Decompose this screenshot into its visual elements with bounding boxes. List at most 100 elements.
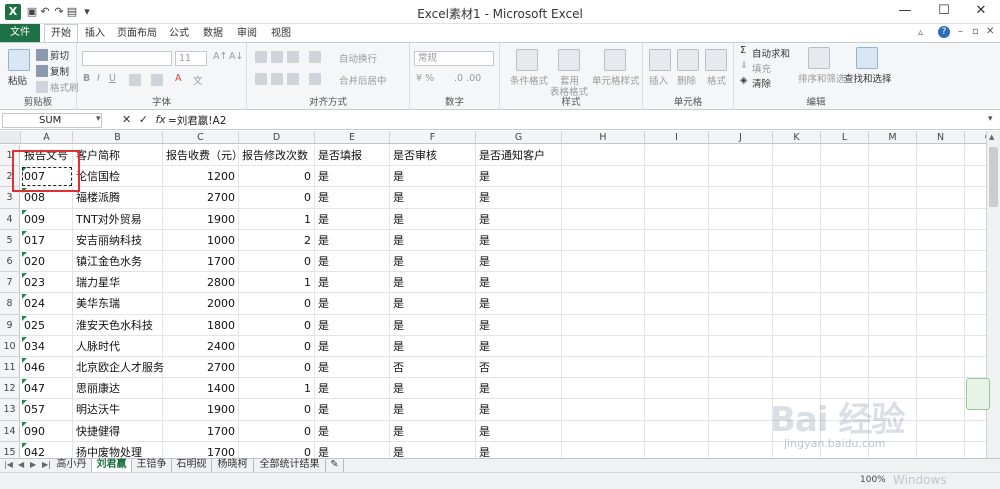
table-cell[interactable] bbox=[821, 208, 869, 230]
table-cell[interactable] bbox=[645, 251, 709, 273]
table-cell[interactable] bbox=[965, 421, 986, 442]
next-sheet-icon[interactable]: ▶ bbox=[30, 460, 36, 469]
maximize-icon[interactable]: ☐ bbox=[927, 0, 961, 22]
table-cell[interactable] bbox=[709, 166, 773, 188]
table-cell[interactable] bbox=[562, 229, 645, 251]
table-cell[interactable]: 是 bbox=[390, 229, 476, 251]
header-cell[interactable]: 是否通知客户 bbox=[476, 145, 562, 167]
format-cells-icon[interactable] bbox=[705, 49, 727, 71]
table-cell[interactable] bbox=[869, 314, 917, 336]
table-cell[interactable] bbox=[709, 378, 773, 400]
table-cell[interactable] bbox=[821, 314, 869, 336]
header-cell[interactable] bbox=[645, 145, 709, 167]
table-cell[interactable]: 否 bbox=[390, 357, 476, 379]
table-cell[interactable]: 是 bbox=[315, 251, 390, 273]
table-cell[interactable]: 是 bbox=[476, 251, 562, 273]
delete-cells-button[interactable]: 删除 bbox=[677, 73, 696, 87]
find-select-icon[interactable] bbox=[856, 47, 878, 69]
insert-cells-button[interactable]: 插入 bbox=[649, 73, 668, 87]
table-cell[interactable] bbox=[917, 357, 965, 379]
table-cell[interactable]: 福楼派腾 bbox=[73, 187, 163, 209]
column-header[interactable]: H bbox=[562, 131, 645, 144]
table-cell[interactable] bbox=[562, 187, 645, 209]
column-header[interactable]: O bbox=[965, 131, 986, 144]
header-cell[interactable]: 是否填报 bbox=[315, 145, 390, 167]
workbook-close-icon[interactable]: ✕ bbox=[986, 26, 994, 37]
table-format-icon[interactable] bbox=[558, 49, 580, 71]
conditional-format-icon[interactable] bbox=[516, 49, 538, 71]
table-cell[interactable]: 025 bbox=[21, 314, 73, 336]
table-cell[interactable]: 1 bbox=[239, 272, 315, 294]
table-cell[interactable] bbox=[645, 314, 709, 336]
header-cell[interactable] bbox=[965, 145, 986, 167]
table-cell[interactable]: 是 bbox=[315, 187, 390, 209]
table-cell[interactable] bbox=[821, 357, 869, 379]
table-cell[interactable]: 2000 bbox=[163, 293, 239, 315]
table-cell[interactable]: 017 bbox=[21, 229, 73, 251]
table-cell[interactable] bbox=[773, 335, 821, 357]
table-cell[interactable] bbox=[917, 420, 965, 442]
table-cell[interactable]: 是 bbox=[476, 187, 562, 209]
header-cell[interactable] bbox=[917, 145, 965, 167]
table-cell[interactable] bbox=[821, 229, 869, 251]
table-cell[interactable]: 否 bbox=[476, 357, 562, 379]
row-header[interactable]: 13 bbox=[0, 399, 20, 421]
table-cell[interactable] bbox=[917, 441, 965, 458]
table-cell[interactable]: 是 bbox=[390, 335, 476, 357]
table-cell[interactable] bbox=[562, 378, 645, 400]
table-cell[interactable]: 2700 bbox=[163, 187, 239, 209]
format-cells-button[interactable]: 格式 bbox=[707, 73, 726, 87]
column-header[interactable]: C bbox=[163, 131, 239, 144]
table-cell[interactable] bbox=[773, 187, 821, 209]
align-bottom-icon[interactable] bbox=[287, 51, 299, 63]
font-size-box[interactable]: 11 bbox=[175, 51, 207, 66]
first-sheet-icon[interactable]: |◀ bbox=[4, 460, 13, 469]
table-cell[interactable]: 是 bbox=[390, 441, 476, 458]
border-icon[interactable] bbox=[129, 74, 141, 86]
align-left-icon[interactable] bbox=[255, 73, 267, 85]
table-cell[interactable]: 镇江金色水务 bbox=[73, 251, 163, 273]
row-header[interactable]: 12 bbox=[0, 378, 20, 400]
table-cell[interactable] bbox=[917, 251, 965, 273]
table-cell[interactable]: 是 bbox=[390, 293, 476, 315]
column-header[interactable]: M bbox=[869, 131, 917, 144]
insert-cells-icon[interactable] bbox=[649, 49, 671, 71]
table-cell[interactable] bbox=[965, 166, 986, 188]
table-cell[interactable] bbox=[645, 335, 709, 357]
table-cell[interactable]: 是 bbox=[476, 441, 562, 458]
table-cell[interactable]: 0 bbox=[239, 251, 315, 273]
sheet-tab[interactable]: 石明砚 bbox=[172, 459, 212, 472]
table-cell[interactable]: 是 bbox=[390, 251, 476, 273]
table-cell[interactable] bbox=[562, 208, 645, 230]
table-cell[interactable] bbox=[773, 293, 821, 315]
table-cell[interactable] bbox=[773, 251, 821, 273]
header-cell[interactable] bbox=[869, 145, 917, 167]
table-cell[interactable] bbox=[562, 399, 645, 421]
sheet-tab[interactable]: 高小丹 bbox=[52, 459, 92, 472]
tab-page-layout[interactable]: 页面布局 bbox=[114, 25, 160, 42]
decimal-icon[interactable]: .0 .00 bbox=[454, 73, 481, 84]
header-cell[interactable] bbox=[709, 145, 773, 167]
table-cell[interactable]: 淮安天色水科技 bbox=[73, 314, 163, 336]
table-cell[interactable] bbox=[645, 229, 709, 251]
ribbon-collapse-icon[interactable]: ▵ bbox=[918, 27, 923, 38]
table-cell[interactable]: 1000 bbox=[163, 229, 239, 251]
table-cell[interactable] bbox=[773, 314, 821, 336]
table-cell[interactable]: 是 bbox=[476, 399, 562, 421]
table-cell[interactable] bbox=[965, 357, 986, 379]
table-cell[interactable]: 0 bbox=[239, 314, 315, 336]
table-cell[interactable] bbox=[869, 357, 917, 379]
table-cell[interactable]: 1200 bbox=[163, 166, 239, 188]
table-cell[interactable]: 1900 bbox=[163, 208, 239, 230]
delete-cells-icon[interactable] bbox=[677, 49, 699, 71]
bold-icon[interactable]: B bbox=[83, 73, 90, 84]
tab-formulas[interactable]: 公式 bbox=[166, 25, 192, 42]
name-box[interactable]: SUM bbox=[2, 113, 102, 128]
table-cell[interactable]: 1700 bbox=[163, 441, 239, 458]
table-cell[interactable] bbox=[965, 272, 986, 294]
table-cell[interactable] bbox=[709, 441, 773, 458]
table-cell[interactable]: 009 bbox=[21, 208, 73, 230]
table-cell[interactable] bbox=[965, 315, 986, 336]
table-cell[interactable] bbox=[821, 187, 869, 209]
table-cell[interactable] bbox=[562, 420, 645, 442]
